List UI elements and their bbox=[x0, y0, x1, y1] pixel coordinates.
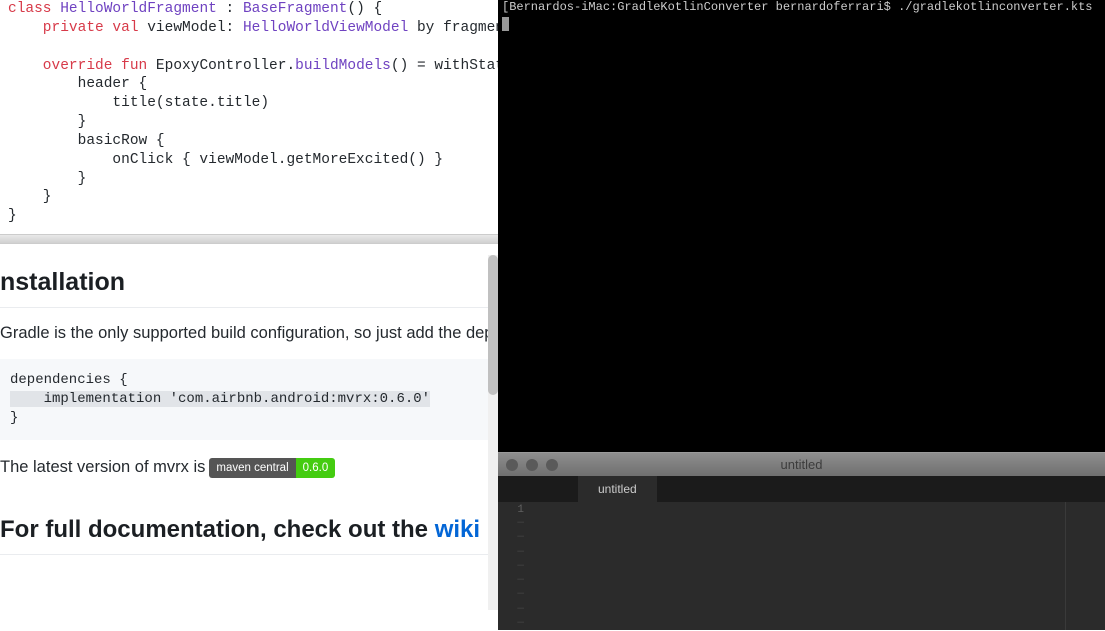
line-number: 1 bbox=[498, 504, 524, 516]
editor-titlebar[interactable]: untitled bbox=[498, 452, 1105, 476]
terminal-cursor bbox=[502, 17, 509, 31]
docs-heading: For full documentation, check out the wi… bbox=[0, 496, 498, 555]
vertical-scrollbar[interactable] bbox=[488, 255, 498, 610]
version-line: The latest version of mvrx is maven cent… bbox=[0, 458, 498, 478]
gutter-dashes: ———————— bbox=[498, 516, 524, 630]
maven-badge[interactable]: maven central 0.6.0 bbox=[209, 458, 335, 478]
editor-body: 1 ———————— bbox=[498, 502, 1105, 630]
class-name: HelloWorldFragment bbox=[52, 1, 226, 17]
keyword-class: class bbox=[8, 1, 52, 17]
right-pane: [Bernardos-iMac:GradleKotlinConverter be… bbox=[498, 0, 1105, 630]
kotlin-code-block: class HelloWorldFragment : BaseFragment(… bbox=[0, 0, 498, 234]
close-icon[interactable] bbox=[506, 459, 518, 471]
version-text: The latest version of mvrx is bbox=[0, 458, 205, 477]
editor-minimap[interactable] bbox=[1065, 502, 1105, 630]
editor-gutter: 1 ———————— bbox=[498, 502, 530, 630]
editor-content[interactable] bbox=[530, 502, 1065, 630]
editor-window: untitled untitled 1 ———————— bbox=[498, 452, 1105, 630]
horizontal-scrollbar[interactable] bbox=[0, 234, 498, 244]
badge-label: maven central bbox=[209, 458, 295, 478]
zoom-icon[interactable] bbox=[546, 459, 558, 471]
wiki-link[interactable]: wiki bbox=[435, 516, 480, 543]
terminal[interactable]: [Bernardos-iMac:GradleKotlinConverter be… bbox=[498, 0, 1105, 452]
terminal-prompt: [Bernardos-iMac:GradleKotlinConverter be… bbox=[502, 0, 1093, 14]
scrollbar-thumb[interactable] bbox=[488, 255, 498, 395]
editor-tab[interactable]: untitled bbox=[578, 476, 657, 502]
readme-content: nstallation Gradle is the only supported… bbox=[0, 244, 498, 555]
window-title: untitled bbox=[781, 457, 823, 472]
base-class: BaseFragment bbox=[243, 1, 347, 17]
installation-heading: nstallation bbox=[0, 244, 498, 308]
minimize-icon[interactable] bbox=[526, 459, 538, 471]
editor-tabbar: untitled bbox=[498, 476, 1105, 502]
readme-pane: class HelloWorldFragment : BaseFragment(… bbox=[0, 0, 498, 630]
dependencies-block: dependencies { implementation 'com.airbn… bbox=[0, 359, 498, 440]
traffic-lights bbox=[506, 459, 558, 471]
installation-text: Gradle is the only supported build confi… bbox=[0, 324, 498, 343]
badge-version: 0.6.0 bbox=[296, 458, 336, 478]
